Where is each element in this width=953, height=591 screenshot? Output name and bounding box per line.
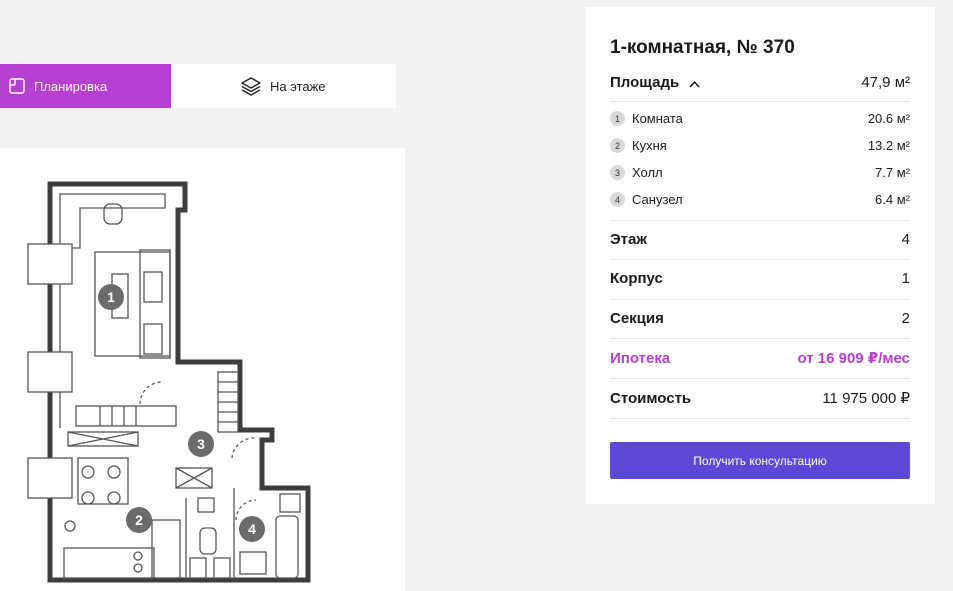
section-value: 2	[901, 310, 910, 327]
building-row: Корпус 1	[610, 270, 910, 287]
mortgage-value: от 16 909 ₽/мес	[797, 350, 910, 367]
building-label: Корпус	[610, 270, 663, 287]
room-number-badge: 4	[610, 192, 625, 207]
room-row: 1 Комната 20.6 м²	[610, 111, 910, 126]
building-value: 1	[901, 270, 910, 287]
room-number-badge: 2	[610, 138, 625, 153]
view-tabs: Планировка На этаже	[0, 64, 396, 108]
floor-plan-drawing: 1 2 3 4	[27, 181, 311, 583]
floor-value: 4	[901, 231, 910, 248]
room-area: 20.6 м²	[867, 111, 910, 126]
room-area: 7.7 м²	[875, 165, 910, 180]
tab-plan[interactable]: Планировка	[0, 64, 171, 108]
consultation-button[interactable]: Получить консультацию	[610, 442, 910, 479]
room-marker-4-label: 4	[248, 521, 256, 537]
room-area: 6.4 м²	[875, 192, 910, 207]
price-row: Стоимость 11 975 000 ₽	[610, 389, 910, 408]
room-name: Холл	[632, 165, 663, 180]
room-row: 4 Санузел 6.4 м²	[610, 192, 910, 207]
room-marker-1-label: 1	[107, 289, 115, 305]
divider	[610, 259, 910, 260]
section-row: Секция 2	[610, 310, 910, 327]
floor-row: Этаж 4	[610, 231, 910, 248]
area-toggle-row[interactable]: Площадь 47,9 м²	[610, 74, 910, 92]
tab-floor-label: На этаже	[270, 78, 326, 94]
floor-label: Этаж	[610, 231, 647, 248]
room-row: 2 Кухня 13.2 м²	[610, 138, 910, 153]
price-value: 11 975 000 ₽	[822, 390, 910, 407]
room-area: 13.2 м²	[867, 138, 910, 153]
layers-icon	[241, 76, 261, 96]
room-marker-3-label: 3	[197, 436, 205, 452]
area-label-wrap: Площадь	[610, 74, 700, 92]
floorplan-icon	[9, 78, 25, 94]
floor-plan: 1 2 3 4	[0, 148, 405, 591]
room-name: Санузел	[632, 192, 683, 207]
section-label: Секция	[610, 310, 664, 327]
price-label: Стоимость	[610, 389, 692, 407]
room-name: Кухня	[632, 138, 667, 153]
apartment-info-card: 1-комнатная, № 370 Площадь 47,9 м² 1 Комн…	[586, 7, 935, 504]
divider	[610, 220, 910, 221]
room-number-badge: 1	[610, 111, 625, 126]
room-number-badge: 3	[610, 165, 625, 180]
divider	[610, 338, 910, 339]
apartment-title: 1-комнатная, № 370	[610, 37, 795, 58]
room-row: 3 Холл 7.7 м²	[610, 165, 910, 180]
area-label: Площадь	[610, 74, 680, 91]
divider	[610, 101, 910, 102]
divider	[610, 418, 910, 419]
room-marker-2-label: 2	[135, 512, 143, 528]
room-name: Комната	[632, 111, 683, 126]
divider	[610, 378, 910, 379]
tab-floor[interactable]: На этаже	[171, 64, 396, 108]
divider	[610, 299, 910, 300]
tab-plan-label: Планировка	[34, 78, 108, 94]
mortgage-label: Ипотека	[610, 349, 671, 367]
area-value: 47,9 м²	[861, 74, 910, 92]
mortgage-row[interactable]: Ипотека от 16 909 ₽/мес	[610, 349, 910, 368]
chevron-up-icon	[689, 75, 700, 92]
